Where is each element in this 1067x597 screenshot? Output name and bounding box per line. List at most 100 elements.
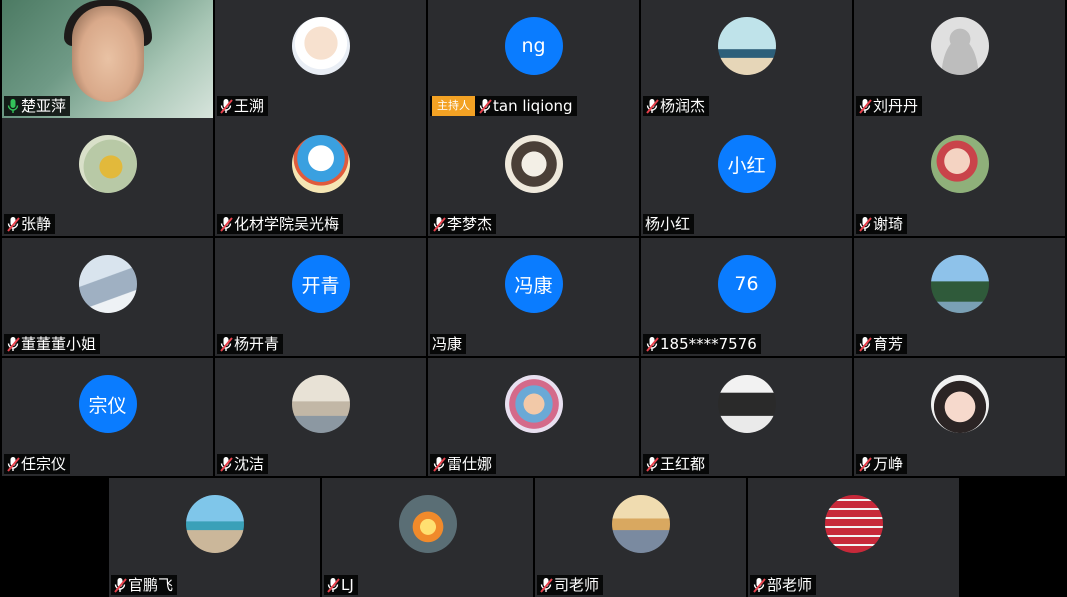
participant-label: 官鹏飞 xyxy=(111,575,178,595)
participant-tile[interactable]: 司老师 xyxy=(535,478,746,597)
participant-name: 185****7576 xyxy=(660,335,757,353)
participant-tile[interactable]: 董董董小姐 xyxy=(2,238,213,356)
participant-label: 李梦杰 xyxy=(430,214,497,234)
participant-name: LJ xyxy=(341,576,354,594)
mic-muted-icon xyxy=(645,98,660,114)
participant-label: 沈洁 xyxy=(217,454,269,474)
mic-muted-icon xyxy=(858,216,873,232)
participant-tile[interactable]: 杨润杰 xyxy=(641,0,852,118)
avatar: 冯康 xyxy=(504,255,563,313)
avatar xyxy=(78,255,137,313)
mic-muted-icon xyxy=(6,456,21,472)
avatar xyxy=(930,255,989,313)
participant-tile[interactable]: 谢琦 xyxy=(854,118,1065,236)
participant-tile[interactable]: 化材学院吴光梅 xyxy=(215,118,426,236)
participant-name: 杨开青 xyxy=(234,335,280,353)
mic-muted-icon xyxy=(6,216,21,232)
mic-muted-icon xyxy=(219,216,234,232)
participant-label: 杨润杰 xyxy=(643,96,710,116)
participant-tile[interactable]: ng 主持人 tan liqiong xyxy=(428,0,639,118)
avatar xyxy=(824,495,883,553)
participant-name: 育芳 xyxy=(873,335,904,353)
participant-label: 冯康 xyxy=(430,334,467,354)
mic-muted-icon xyxy=(432,456,447,472)
avatar xyxy=(291,375,350,433)
participant-name: 冯康 xyxy=(432,335,463,353)
participant-tile[interactable]: 沈洁 xyxy=(215,358,426,476)
mic-muted-icon xyxy=(219,456,234,472)
avatar xyxy=(504,375,563,433)
avatar xyxy=(930,135,989,193)
participant-name: 谢琦 xyxy=(873,215,904,233)
participant-name: 任宗仪 xyxy=(21,455,67,473)
participant-tile[interactable]: 王红都 xyxy=(641,358,852,476)
participant-name: 杨小红 xyxy=(645,215,691,233)
participant-name: 官鹏飞 xyxy=(128,576,174,594)
mic-muted-icon xyxy=(219,336,234,352)
participant-label: 谢琦 xyxy=(856,214,908,234)
participant-label: 杨小红 xyxy=(643,214,695,234)
mic-muted-icon xyxy=(432,216,447,232)
avatar xyxy=(930,17,989,75)
participant-name: 王溯 xyxy=(234,97,265,115)
participant-label: 王溯 xyxy=(217,96,269,116)
avatar xyxy=(291,17,350,75)
participant-label: LJ xyxy=(324,575,358,595)
participant-label: 刘丹丹 xyxy=(856,96,923,116)
participant-name: 杨润杰 xyxy=(660,97,706,115)
participant-name: 雷仕娜 xyxy=(447,455,493,473)
participant-tile[interactable]: 76 185****7576 xyxy=(641,238,852,356)
participant-tile[interactable]: 刘丹丹 xyxy=(854,0,1065,118)
participant-name: 张静 xyxy=(21,215,52,233)
mic-muted-icon xyxy=(645,336,660,352)
participant-label: 主持人 tan liqiong xyxy=(430,96,577,116)
participant-tile[interactable]: 王溯 xyxy=(215,0,426,118)
avatar xyxy=(717,17,776,75)
mic-muted-icon xyxy=(219,98,234,114)
participant-tile[interactable]: 楚亚萍 xyxy=(2,0,213,118)
avatar: 开青 xyxy=(291,255,350,313)
participant-label: 化材学院吴光梅 xyxy=(217,214,344,234)
mic-muted-icon xyxy=(752,577,767,593)
avatar xyxy=(78,135,137,193)
mic-muted-icon xyxy=(645,456,660,472)
avatar xyxy=(291,135,350,193)
avatar xyxy=(611,495,670,553)
participant-tile[interactable]: 小红杨小红 xyxy=(641,118,852,236)
participant-tile[interactable]: 雷仕娜 xyxy=(428,358,639,476)
avatar: 宗仪 xyxy=(78,375,137,433)
mic-muted-icon xyxy=(326,577,341,593)
participant-label: 董董董小姐 xyxy=(4,334,101,354)
participant-tile[interactable]: 育芳 xyxy=(854,238,1065,356)
participant-name: 司老师 xyxy=(554,576,600,594)
mic-icon xyxy=(6,98,21,114)
mic-muted-icon xyxy=(6,336,21,352)
participant-label: 司老师 xyxy=(537,575,604,595)
participant-label: 育芳 xyxy=(856,334,908,354)
participant-label: 部老师 xyxy=(750,575,817,595)
participant-label: 楚亚萍 xyxy=(4,96,71,116)
mic-muted-icon xyxy=(478,98,493,114)
participant-tile[interactable]: 官鹏飞 xyxy=(109,478,320,597)
participant-name: 沈洁 xyxy=(234,455,265,473)
participant-label: 王红都 xyxy=(643,454,710,474)
avatar xyxy=(930,375,989,433)
mic-muted-icon xyxy=(858,98,873,114)
participant-label: 雷仕娜 xyxy=(430,454,497,474)
participant-tile[interactable]: 李梦杰 xyxy=(428,118,639,236)
participant-name: 楚亚萍 xyxy=(21,97,67,115)
participant-tile[interactable]: 部老师 xyxy=(748,478,959,597)
host-badge: 主持人 xyxy=(432,96,475,116)
participant-tile[interactable]: 冯康 冯康 xyxy=(428,238,639,356)
participant-label: 任宗仪 xyxy=(4,454,71,474)
participant-tile[interactable]: 万峥 xyxy=(854,358,1065,476)
participant-name: 万峥 xyxy=(873,455,904,473)
participant-name: 李梦杰 xyxy=(447,215,493,233)
participant-name: tan liqiong xyxy=(493,97,573,115)
participant-tile[interactable]: LJ xyxy=(322,478,533,597)
avatar: 小红 xyxy=(717,135,776,193)
participant-tile[interactable]: 开青 杨开青 xyxy=(215,238,426,356)
participant-tile[interactable]: 张静 xyxy=(2,118,213,236)
participant-tile[interactable]: 宗仪 任宗仪 xyxy=(2,358,213,476)
participant-name: 化材学院吴光梅 xyxy=(234,215,340,233)
